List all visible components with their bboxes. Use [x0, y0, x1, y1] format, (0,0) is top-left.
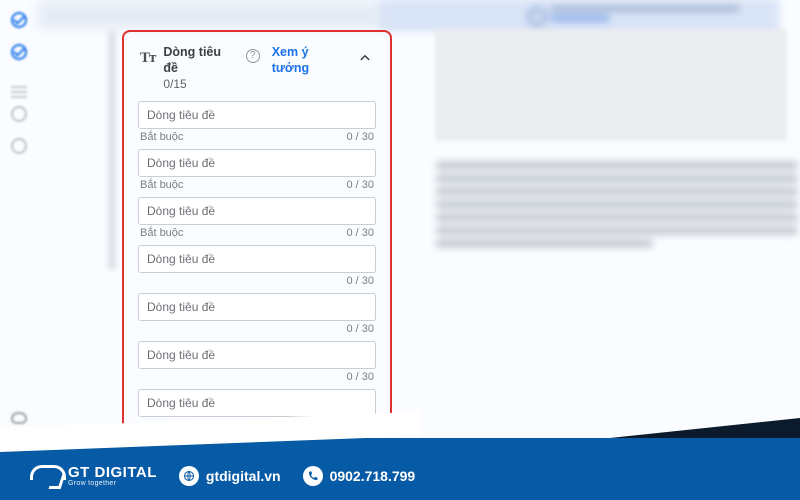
website-text: gtdigital.vn: [206, 468, 281, 484]
step-pending-icon: [11, 106, 27, 122]
headline-row: Bắt buộc 0 / 30: [138, 149, 376, 195]
required-label: Bắt buộc: [140, 179, 183, 191]
help-icon[interactable]: ?: [246, 49, 260, 63]
chevron-up-icon: [356, 49, 374, 67]
panel-header[interactable]: Tᴛ Dòng tiêu đề 0/15 ? Xem ý tưởng: [138, 42, 376, 99]
char-counter: 0 / 30: [346, 131, 374, 143]
panel-count: 0/15: [163, 77, 237, 91]
required-label: Bắt buộc: [140, 227, 183, 239]
phone-badge[interactable]: 0902.718.799: [303, 466, 416, 486]
view-ideas-link[interactable]: Xem ý tưởng: [272, 45, 348, 76]
footer-content: GT DIGITAL Grow together gtdigital.vn 09…: [0, 452, 800, 500]
brand-footer: GT DIGITAL Grow together gtdigital.vn 09…: [0, 438, 800, 500]
headline-input-4[interactable]: [138, 245, 376, 273]
headline-fields: Bắt buộc 0 / 30 Bắt buộc 0 / 30: [138, 101, 376, 435]
brand-logomark-icon: [30, 465, 60, 487]
hamburger-icon: [11, 86, 27, 98]
blurred-paragraph: [436, 156, 798, 253]
headline-row: Bắt buộc 0 / 30: [138, 197, 376, 243]
char-counter: 0 / 30: [346, 323, 374, 335]
ad-preview-placeholder: [436, 30, 786, 140]
app-root: Tᴛ Dòng tiêu đề 0/15 ? Xem ý tưởng: [0, 0, 800, 500]
headline-input-2[interactable]: [138, 149, 376, 177]
brand-logo: GT DIGITAL Grow together: [30, 465, 157, 487]
field-meta: Bắt buộc 0 / 30: [138, 129, 376, 147]
step-complete-icon: [11, 44, 27, 60]
brand-prefix: GT: [68, 464, 90, 481]
left-rail: [0, 0, 38, 438]
panel-title-block: Dòng tiêu đề 0/15: [163, 45, 237, 91]
char-counter: 0 / 30: [346, 179, 374, 191]
blurred-scrollbar: [108, 0, 118, 438]
step-complete-icon: [11, 12, 27, 28]
char-counter: 0 / 30: [346, 371, 374, 383]
headline-row: 0 / 30: [138, 245, 376, 291]
headline-row: 0 / 30: [138, 293, 376, 339]
headline-input-1[interactable]: [138, 101, 376, 129]
brand-tagline: Grow together: [68, 480, 157, 487]
headlines-panel: Tᴛ Dòng tiêu đề 0/15 ? Xem ý tưởng: [128, 36, 386, 424]
field-meta: Bắt buộc 0 / 30: [138, 225, 376, 243]
field-meta: Bắt buộc 0 / 30: [138, 177, 376, 195]
globe-icon: [179, 466, 199, 486]
headlines-section: Tᴛ Dòng tiêu đề 0/15 ? Xem ý tưởng: [122, 30, 392, 432]
headline-input-5[interactable]: [138, 293, 376, 321]
phone-text: 0902.718.799: [330, 468, 416, 484]
headline-row: 0 / 30: [138, 341, 376, 387]
step-pending-icon: [11, 138, 27, 154]
required-label: Bắt buộc: [140, 131, 183, 143]
headline-input-7[interactable]: [138, 389, 376, 417]
field-meta: 0 / 30: [138, 321, 376, 339]
field-meta: 0 / 30: [138, 369, 376, 387]
brand-word: DIGITAL: [95, 464, 157, 481]
collapse-toggle[interactable]: [356, 49, 374, 67]
headline-input-3[interactable]: [138, 197, 376, 225]
page-area: Tᴛ Dòng tiêu đề 0/15 ? Xem ý tưởng: [38, 0, 778, 438]
phone-icon: [303, 466, 323, 486]
char-counter: 0 / 30: [346, 275, 374, 287]
headline-row: Bắt buộc 0 / 30: [138, 101, 376, 147]
panel-title: Dòng tiêu đề: [163, 45, 237, 76]
text-format-icon: Tᴛ: [140, 51, 155, 66]
brand-logotype: GT DIGITAL Grow together: [68, 465, 157, 487]
headline-input-6[interactable]: [138, 341, 376, 369]
website-badge[interactable]: gtdigital.vn: [179, 466, 281, 486]
cloud-upload-icon: [11, 412, 27, 424]
char-counter: 0 / 30: [346, 227, 374, 239]
field-meta: 0 / 30: [138, 273, 376, 291]
